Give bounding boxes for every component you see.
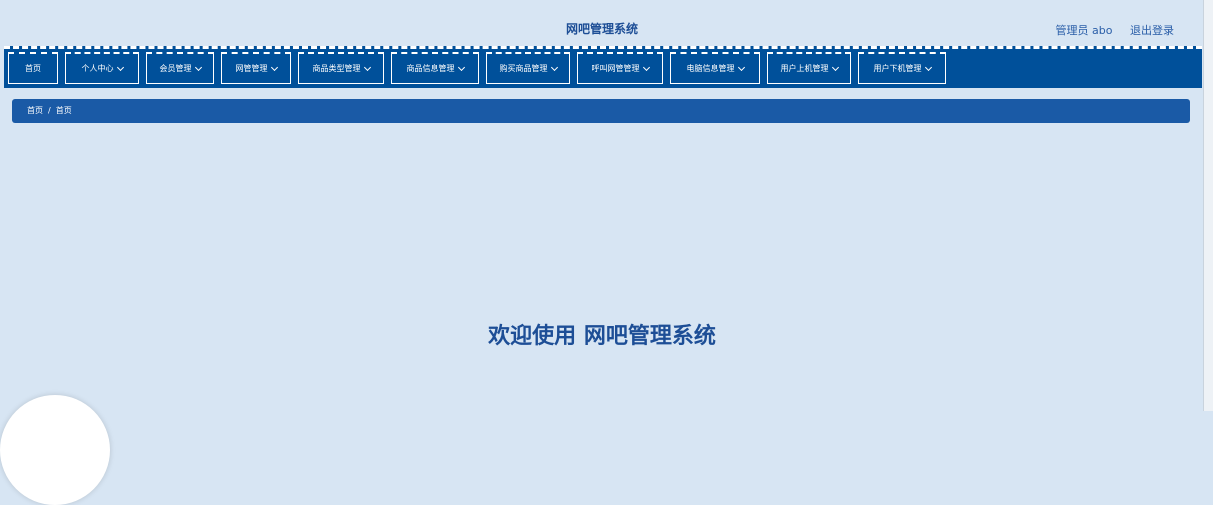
nav-item-computer-info-management[interactable]: 电脑信息管理	[670, 52, 760, 84]
welcome-heading: 欢迎使用 网吧管理系统	[488, 324, 716, 349]
logout-link[interactable]: 退出登录	[1130, 24, 1174, 37]
nav-item-user-logout-management[interactable]: 用户下机管理	[858, 52, 946, 84]
nav-item-user-login-management[interactable]: 用户上机管理	[767, 52, 851, 84]
nav-item-label: 个人中心	[81, 64, 114, 73]
nav-item-label: 会员管理	[159, 64, 192, 73]
nav-item-admin-management[interactable]: 网管管理	[221, 52, 291, 84]
site-title: 网吧管理系统	[565, 22, 638, 36]
chevron-down-icon	[737, 63, 745, 71]
decorative-circle	[0, 395, 110, 505]
chevron-down-icon	[642, 63, 650, 71]
chevron-down-icon	[194, 63, 202, 71]
chevron-down-icon	[924, 63, 932, 71]
main-navbar: 首页 个人中心 会员管理 网管管理 商品类型管理 商品信息管理 购买商品管理 呼…	[4, 46, 1202, 88]
breadcrumb-current: 首页	[55, 106, 72, 115]
chevron-down-icon	[116, 63, 124, 71]
nav-item-label: 用户上机管理	[780, 64, 829, 73]
nav-item-call-admin-management[interactable]: 呼叫网管管理	[577, 52, 663, 84]
nav-item-label: 购买商品管理	[499, 64, 548, 73]
nav-item-home[interactable]: 首页	[8, 52, 58, 84]
nav-item-label: 电脑信息管理	[686, 64, 735, 73]
nav-item-label: 呼叫网管管理	[591, 64, 640, 73]
current-user-label: 管理员 abo	[1055, 24, 1113, 37]
nav-item-label: 网管管理	[235, 64, 268, 73]
chevron-down-icon	[550, 63, 558, 71]
chevron-down-icon	[831, 63, 839, 71]
nav-item-purchase-management[interactable]: 购买商品管理	[486, 52, 570, 84]
chevron-down-icon	[457, 63, 465, 71]
breadcrumb-home-link[interactable]: 首页	[27, 106, 43, 115]
nav-item-product-info-management[interactable]: 商品信息管理	[391, 52, 479, 84]
nav-item-label: 商品类型管理	[312, 64, 361, 73]
nav-item-label: 商品信息管理	[406, 64, 455, 73]
top-header: 网吧管理系统 管理员 abo 退出登录	[0, 0, 1204, 46]
chevron-down-icon	[270, 63, 278, 71]
nav-item-label: 用户下机管理	[873, 64, 922, 73]
user-area: 管理员 abo 退出登录	[1042, 22, 1174, 38]
breadcrumb: 首页 / 首页	[12, 99, 1190, 123]
nav-item-product-type-management[interactable]: 商品类型管理	[298, 52, 384, 84]
vertical-scrollbar[interactable]	[1203, 0, 1213, 411]
nav-item-personal-center[interactable]: 个人中心	[65, 52, 139, 84]
nav-item-label: 首页	[25, 64, 41, 73]
app-root: 网吧管理系统 管理员 abo 退出登录 首页 个人中心 会员管理 网管管理 商品…	[0, 0, 1204, 505]
breadcrumb-separator: /	[48, 106, 51, 115]
nav-item-member-management[interactable]: 会员管理	[146, 52, 214, 84]
chevron-down-icon	[363, 63, 371, 71]
nav-menu: 首页 个人中心 会员管理 网管管理 商品类型管理 商品信息管理 购买商品管理 呼…	[8, 52, 953, 84]
